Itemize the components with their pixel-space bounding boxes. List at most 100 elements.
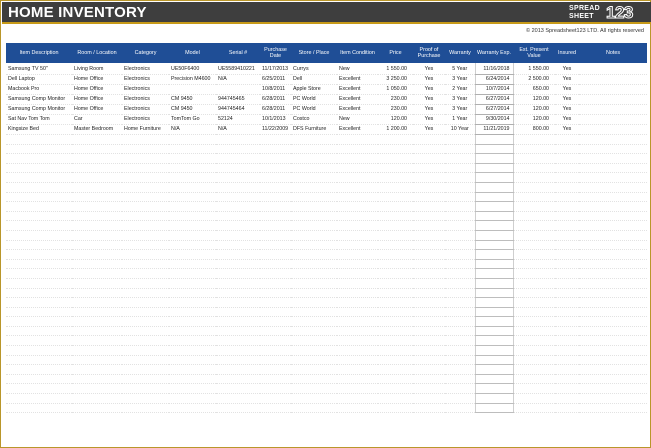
- table-cell[interactable]: Electronics: [122, 74, 169, 85]
- table-cell[interactable]: [474, 297, 514, 308]
- table-cell[interactable]: 10/7/2014: [474, 84, 514, 95]
- table-cell[interactable]: [337, 134, 378, 145]
- table-cell[interactable]: [445, 288, 475, 299]
- table-cell[interactable]: [216, 172, 260, 183]
- table-cell[interactable]: Yes: [555, 94, 579, 105]
- table-cell[interactable]: [291, 326, 337, 337]
- table-cell[interactable]: [579, 249, 647, 260]
- table-cell[interactable]: [169, 134, 216, 145]
- table-cell[interactable]: [555, 220, 579, 231]
- table-cell[interactable]: [169, 316, 216, 327]
- table-cell[interactable]: [216, 163, 260, 174]
- table-cell[interactable]: [216, 278, 260, 289]
- table-cell[interactable]: [555, 192, 579, 203]
- table-cell[interactable]: [579, 278, 647, 289]
- table-cell[interactable]: [445, 220, 475, 231]
- table-cell[interactable]: [291, 393, 337, 404]
- table-cell[interactable]: 10/1/2013: [260, 114, 291, 125]
- table-cell[interactable]: [555, 335, 579, 347]
- table-cell[interactable]: Home Office: [72, 84, 122, 95]
- table-cell[interactable]: [513, 268, 555, 279]
- table-cell[interactable]: [169, 297, 216, 308]
- table-cell[interactable]: [72, 240, 122, 251]
- table-cell[interactable]: PC World: [291, 104, 337, 115]
- table-cell[interactable]: 1 050.00: [378, 84, 413, 95]
- table-cell[interactable]: [291, 144, 337, 155]
- table-cell[interactable]: [72, 326, 122, 337]
- table-cell[interactable]: [579, 124, 647, 135]
- table-cell[interactable]: [169, 374, 216, 385]
- table-cell[interactable]: [513, 278, 555, 289]
- table-cell[interactable]: 11/21/2019: [474, 124, 514, 135]
- table-cell[interactable]: Home Furniture: [122, 124, 169, 135]
- table-cell[interactable]: 120.00: [513, 104, 555, 115]
- table-cell[interactable]: Electronics: [122, 84, 169, 95]
- table-cell[interactable]: [337, 249, 378, 260]
- table-cell[interactable]: [6, 192, 72, 203]
- table-cell[interactable]: [474, 383, 514, 395]
- table-cell[interactable]: [513, 220, 555, 231]
- table-cell[interactable]: [378, 345, 413, 356]
- table-cell[interactable]: [474, 240, 514, 251]
- table-cell[interactable]: Samsung Comp Monitor: [6, 94, 72, 105]
- table-cell[interactable]: [122, 249, 169, 260]
- table-cell[interactable]: [378, 268, 413, 279]
- table-cell[interactable]: [6, 134, 72, 145]
- table-cell[interactable]: [579, 403, 647, 414]
- table-cell[interactable]: [260, 355, 291, 366]
- table-cell[interactable]: N/A: [216, 124, 260, 135]
- table-cell[interactable]: [445, 307, 475, 318]
- table-cell[interactable]: [260, 393, 291, 404]
- table-cell[interactable]: [216, 201, 260, 212]
- table-cell[interactable]: [291, 182, 337, 193]
- table-cell[interactable]: [122, 134, 169, 145]
- table-cell[interactable]: 3 Year: [445, 74, 475, 85]
- table-cell[interactable]: [378, 230, 413, 241]
- table-cell[interactable]: [260, 268, 291, 279]
- table-cell[interactable]: [169, 268, 216, 279]
- table-cell[interactable]: [72, 201, 122, 212]
- table-cell[interactable]: [337, 326, 378, 337]
- table-cell[interactable]: [337, 278, 378, 289]
- table-cell[interactable]: [260, 153, 291, 164]
- table-cell[interactable]: [6, 345, 72, 356]
- table-cell[interactable]: [474, 220, 514, 231]
- table-cell[interactable]: [445, 240, 475, 251]
- table-cell[interactable]: 944745464: [216, 104, 260, 115]
- table-cell[interactable]: [378, 163, 413, 174]
- table-cell[interactable]: [291, 192, 337, 203]
- table-cell[interactable]: [216, 211, 260, 222]
- table-cell[interactable]: [579, 297, 647, 308]
- table-cell[interactable]: [413, 144, 445, 155]
- table-cell[interactable]: [260, 316, 291, 327]
- table-cell[interactable]: [169, 192, 216, 203]
- table-cell[interactable]: [579, 355, 647, 366]
- table-cell[interactable]: Sat Nav Tom Tom: [6, 114, 72, 125]
- table-cell[interactable]: [291, 201, 337, 212]
- table-cell[interactable]: [413, 297, 445, 308]
- table-cell[interactable]: [579, 374, 647, 385]
- table-cell[interactable]: [413, 153, 445, 164]
- table-cell[interactable]: 650.00: [513, 84, 555, 95]
- table-cell[interactable]: [555, 288, 579, 299]
- table-cell[interactable]: [474, 192, 514, 203]
- table-cell[interactable]: [291, 403, 337, 414]
- table-cell[interactable]: 10/8/2011: [260, 84, 291, 95]
- table-cell[interactable]: [337, 355, 378, 366]
- table-cell[interactable]: [555, 326, 579, 337]
- table-cell[interactable]: Electronics: [122, 94, 169, 105]
- table-cell[interactable]: [6, 172, 72, 183]
- table-cell[interactable]: [72, 307, 122, 318]
- table-cell[interactable]: [169, 355, 216, 366]
- table-cell[interactable]: [169, 383, 216, 395]
- table-cell[interactable]: [291, 211, 337, 222]
- table-cell[interactable]: [337, 316, 378, 327]
- table-cell[interactable]: [474, 355, 514, 366]
- table-cell[interactable]: [337, 201, 378, 212]
- table-cell[interactable]: [291, 374, 337, 385]
- table-cell[interactable]: Macbook Pro: [6, 84, 72, 95]
- table-cell[interactable]: [445, 326, 475, 337]
- table-cell[interactable]: [6, 355, 72, 366]
- table-cell[interactable]: 6/27/2014: [474, 104, 514, 115]
- table-cell[interactable]: 1 550.00: [378, 63, 413, 75]
